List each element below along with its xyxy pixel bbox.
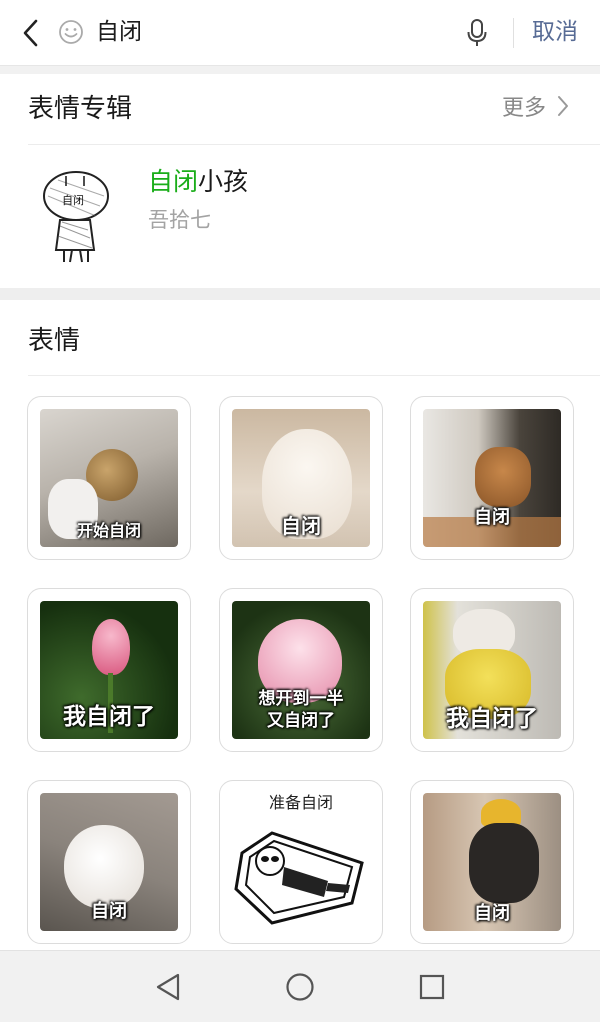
square-recent-icon [419, 974, 445, 1000]
cancel-button[interactable]: 取消 [532, 14, 578, 50]
nav-recent-button[interactable] [414, 969, 450, 1005]
sticker-image [234, 831, 364, 925]
album-cover: 自闭 [43, 171, 109, 263]
sticker-card[interactable]: 我自闭了 [27, 588, 191, 752]
sticker-card[interactable]: 我自闭了 [410, 588, 574, 752]
voice-input-button[interactable] [462, 15, 492, 51]
circle-home-icon [286, 973, 314, 1001]
system-nav-bar [0, 950, 600, 1022]
sticker-card[interactable]: 自闭 [219, 396, 383, 560]
sticker-caption-line2: 又自闭了 [267, 711, 335, 731]
sticker-caption: 我自闭了 [63, 704, 155, 730]
svg-text:自闭: 自闭 [62, 194, 84, 207]
section-title: 表情 [28, 326, 81, 356]
sticker-image: 我自闭了 [423, 601, 561, 739]
more-label: 更多 [501, 96, 546, 121]
section-title: 表情专辑 [28, 94, 133, 124]
chevron-left-icon [23, 19, 38, 47]
section-gap [0, 288, 600, 300]
album-name-rest: 小孩 [198, 167, 249, 196]
divider [513, 18, 514, 48]
search-input[interactable] [96, 14, 436, 50]
sticker-card[interactable]: 开始自闭 [27, 396, 191, 560]
sticker-caption: 自闭 [91, 901, 127, 922]
search-bar: 取消 [0, 0, 600, 66]
sticker-image: 自闭 [40, 793, 178, 931]
album-name-highlight: 自闭 [148, 167, 199, 196]
back-button[interactable] [14, 15, 48, 51]
smiley-icon[interactable] [58, 19, 84, 45]
sticker-image: 自闭 [423, 409, 561, 547]
section-gap [0, 66, 600, 74]
sticker-card[interactable]: 自闭 [410, 396, 574, 560]
sticker-card[interactable]: 想开到一半 又自闭了 [219, 588, 383, 752]
stickers-section: 表情 开始自闭 自闭 自闭 我自闭了 想开到一半 又自闭了 我自闭了 自闭 准备… [0, 300, 600, 950]
chevron-right-icon [558, 96, 568, 116]
sticker-image: 自闭 [423, 793, 561, 931]
sticker-caption: 自闭 [474, 507, 510, 528]
sticker-caption: 我自闭了 [446, 706, 538, 732]
more-link[interactable]: 更多 [502, 90, 570, 122]
sticker-image: 想开到一半 又自闭了 [232, 601, 370, 739]
triangle-back-icon [156, 973, 180, 1001]
album-name: 自闭小孩 [148, 162, 248, 198]
nav-home-button[interactable] [282, 969, 318, 1005]
sticker-caption: 开始自闭 [76, 521, 141, 540]
sticker-caption: 自闭 [281, 514, 321, 538]
album-author: 吾拾七 [148, 208, 211, 232]
sticker-caption: 自闭 [474, 903, 510, 924]
sticker-image: 我自闭了 [40, 601, 178, 739]
microphone-icon [467, 19, 487, 46]
sticker-image: 自闭 [232, 409, 370, 547]
sticker-image: 开始自闭 [40, 409, 178, 547]
divider [28, 375, 600, 376]
nav-back-button[interactable] [150, 969, 186, 1005]
sticker-caption: 准备自闭 [268, 793, 333, 812]
sticker-card[interactable]: 准备自闭 [219, 780, 383, 944]
sticker-card[interactable]: 自闭 [27, 780, 191, 944]
sticker-card[interactable]: 自闭 [410, 780, 574, 944]
